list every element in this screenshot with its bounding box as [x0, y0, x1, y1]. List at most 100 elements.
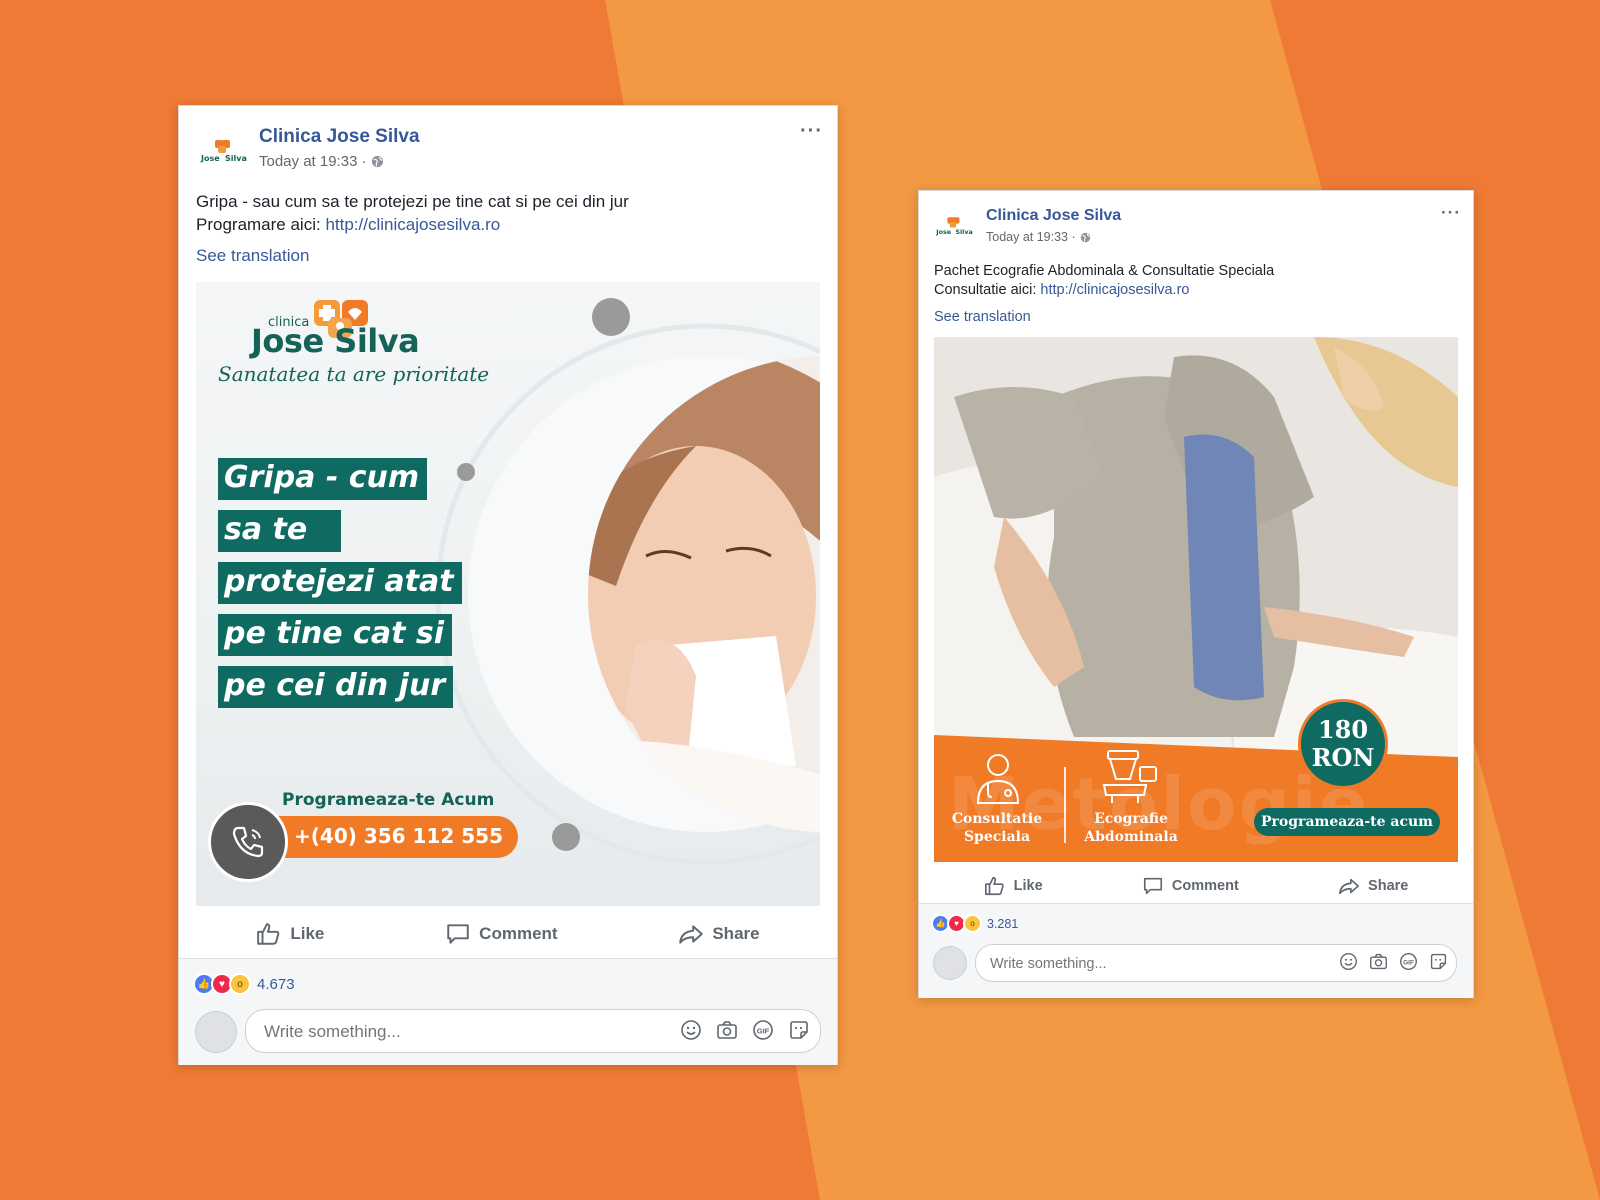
post-text-prefix: Consultatie aici: [934, 282, 1037, 298]
headline-line-2: sa te [218, 510, 342, 552]
price-currency: RON [1311, 743, 1375, 772]
clinic-logo-icon: Jose Silva [935, 217, 973, 236]
headline-line-4: pe tine cat si [218, 614, 452, 656]
globe-icon [1080, 232, 1090, 242]
smiley-icon[interactable] [1339, 952, 1358, 971]
phone-number: +(40) 356 112 555 [294, 824, 504, 848]
smiley-icon[interactable] [680, 1019, 702, 1041]
comment-button[interactable]: Comment [1142, 875, 1239, 897]
price-badge: 180 RON [1298, 699, 1388, 789]
like-button[interactable]: Like [984, 875, 1043, 897]
clinic-logo-icon: Jose Silva [200, 140, 247, 163]
service2-label: Ecografie Abdominala [1076, 810, 1186, 846]
facebook-post-flu: Jose Silva Clinica Jose Silva Today at 1… [178, 105, 838, 1065]
doctor-icon [976, 754, 1020, 804]
timestamp-text: Today at 19:33 · [986, 230, 1076, 244]
post-text-line1: Gripa - sau cum sa te protejezi pe tine … [196, 192, 629, 211]
share-label: Share [1368, 878, 1409, 894]
post-text-line1: Pachet Ecografie Abdominala & Consultati… [934, 263, 1275, 279]
thumbs-up-icon [984, 876, 1004, 896]
page-name[interactable]: Clinica Jose Silva [259, 126, 420, 148]
book-now-button[interactable]: Programeaza-te acum [1254, 808, 1440, 836]
svg-text:Silva: Silva [225, 154, 247, 163]
reaction-count: 4.673 [257, 975, 295, 993]
sticker-icon[interactable] [788, 1019, 810, 1041]
woman-sneezing-photo [588, 356, 820, 832]
gif-icon[interactable]: GIF [1399, 952, 1418, 971]
comment-tools: GIF [680, 1019, 810, 1041]
page-avatar-logo[interactable]: Jose Silva [933, 213, 973, 239]
page-name[interactable]: Clinica Jose Silva [986, 207, 1121, 225]
cta-label: Programeaza-te Acum [282, 790, 495, 810]
post-image-flu[interactable]: clinica Jose Silva Sanatatea ta are prio… [196, 282, 820, 906]
post-timestamp[interactable]: Today at 19:33 · [259, 153, 384, 170]
comment-label: Comment [1171, 878, 1239, 894]
comment-bubble-icon [1143, 877, 1162, 895]
comment-button[interactable]: Comment [445, 921, 558, 947]
page-avatar-logo[interactable]: Jose Silva [197, 136, 247, 166]
share-arrow-icon [1339, 878, 1360, 895]
headline-line-5: pe cei din jur [218, 666, 454, 708]
svg-text:GIF: GIF [1403, 960, 1414, 967]
commenter-avatar [195, 1011, 237, 1053]
share-label: Share [712, 924, 760, 943]
post-text-line2: Programare aici: http://clinicajosesilva… [196, 215, 500, 235]
book-now-label: Programeaza-te acum [1261, 814, 1433, 830]
service1-line1: Consultatie [951, 811, 1043, 827]
headline-line-1: Gripa - cum [218, 458, 428, 500]
gif-icon[interactable]: GIF [752, 1019, 774, 1041]
phone-pill[interactable]: +(40) 356 112 555 [256, 816, 518, 858]
brand-tagline: Sanatatea ta are prioritate [218, 362, 490, 386]
headline-line-3: protejezi atat [218, 562, 462, 604]
wow-reaction-icon: o [229, 973, 251, 995]
comment-tools: GIF [1339, 952, 1448, 971]
share-arrow-icon [679, 925, 704, 944]
post-link[interactable]: http://clinicajosesilva.ro [325, 215, 500, 234]
see-translation-link[interactable]: See translation [934, 309, 1031, 325]
like-label: Like [1013, 878, 1043, 894]
wow-reaction-icon: o [963, 914, 982, 933]
price-amount: 180 [1317, 715, 1369, 744]
post-text-prefix: Programare aici: [196, 215, 321, 234]
service2-line1: Ecografie [1094, 811, 1168, 827]
thumbs-up-icon [257, 923, 280, 945]
svg-text:GIF: GIF [757, 1027, 770, 1036]
comment-input[interactable] [262, 1020, 646, 1044]
like-button[interactable]: Like [256, 921, 324, 947]
comment-box: GIF [975, 944, 1457, 982]
camera-icon[interactable] [1369, 952, 1388, 971]
comment-input[interactable] [988, 953, 1292, 975]
post-actions-bar: Like Comment Share [196, 906, 820, 962]
more-options-button[interactable]: ··· [1441, 203, 1461, 223]
phone-glyph-icon [232, 826, 264, 858]
service-divider [1064, 767, 1066, 843]
post-link[interactable]: http://clinicajosesilva.ro [1040, 282, 1189, 298]
ultrasound-icon [1102, 750, 1157, 803]
post-timestamp[interactable]: Today at 19:33 · [986, 230, 1091, 244]
comment-box: GIF [245, 1009, 821, 1053]
more-options-button[interactable]: ··· [800, 120, 823, 143]
facebook-post-ultrasound: Jose Silva Clinica Jose Silva Today at 1… [918, 190, 1474, 998]
post-text-line2: Consultatie aici: http://clinicajosesilv… [934, 282, 1189, 298]
svg-text:Jose: Jose [200, 154, 220, 163]
comment-bubble-icon [447, 924, 469, 944]
post-image-ultrasound[interactable]: Metologie 180 RON Consultatie Speciala E… [934, 337, 1458, 862]
svg-text:Silva: Silva [955, 228, 972, 236]
globe-icon [371, 155, 383, 168]
post-footer: 👍 ♥ o 4.673 GIF [179, 958, 837, 1065]
reactions-summary[interactable]: 👍 ♥ o 4.673 [193, 973, 295, 995]
post-footer: 👍 ♥ o 3.281 GIF [919, 903, 1473, 998]
share-button[interactable]: Share [1338, 875, 1408, 897]
reactions-summary[interactable]: 👍 ♥ o 3.281 [931, 914, 1018, 933]
share-button[interactable]: Share [678, 921, 760, 947]
comment-label: Comment [479, 924, 558, 943]
timestamp-text: Today at 19:33 · [259, 153, 367, 170]
service1-label: Consultatie Speciala [942, 810, 1052, 846]
svg-text:Jose: Jose [935, 228, 952, 236]
camera-icon[interactable] [716, 1019, 738, 1041]
sticker-icon[interactable] [1429, 952, 1448, 971]
phone-icon[interactable] [208, 802, 288, 882]
reaction-count: 3.281 [987, 916, 1019, 931]
commenter-avatar [933, 946, 967, 980]
see-translation-link[interactable]: See translation [196, 246, 309, 266]
